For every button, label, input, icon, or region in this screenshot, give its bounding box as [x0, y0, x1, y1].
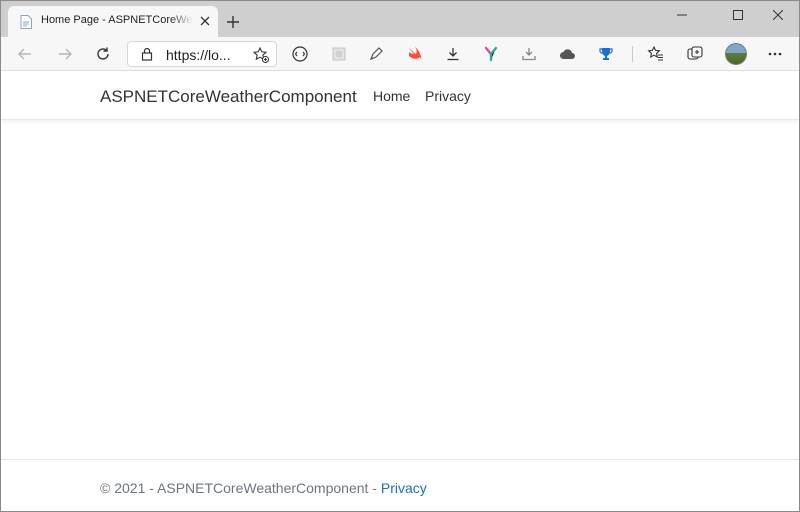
- arrow-left-icon[interactable]: [13, 42, 37, 66]
- tab-title: Home Page - ASPNETCoreWeatherComponent: [41, 14, 193, 26]
- address-url[interactable]: https://lo...: [166, 47, 231, 63]
- nav-link-home[interactable]: Home: [373, 88, 410, 104]
- favorites-icon[interactable]: [644, 42, 668, 66]
- site-navbar: ASPNETCoreWeatherComponent Home Privacy: [1, 72, 799, 120]
- puzzle-icon[interactable]: [327, 42, 351, 66]
- browser-window: Home Page - ASPNETCoreWeatherComponent: [0, 0, 800, 512]
- footer-copyright: © 2021 - ASPNETCoreWeatherComponent -: [100, 480, 381, 496]
- cloud-icon[interactable]: [556, 42, 580, 66]
- trophy-icon[interactable]: [594, 42, 618, 66]
- refresh-icon[interactable]: [91, 42, 115, 66]
- arrow-right-icon[interactable]: [53, 42, 77, 66]
- tab-strip: Home Page - ASPNETCoreWeatherComponent: [1, 1, 799, 37]
- profile-avatar[interactable]: [725, 43, 747, 65]
- document-icon: [20, 15, 32, 29]
- browser-tab[interactable]: Home Page - ASPNETCoreWeatherComponent: [8, 6, 218, 37]
- navbar-brand[interactable]: ASPNETCoreWeatherComponent: [100, 87, 357, 107]
- close-icon[interactable]: [198, 14, 212, 28]
- tray-download-icon[interactable]: [517, 42, 541, 66]
- address-bar[interactable]: https://lo...: [127, 41, 277, 67]
- site-footer: © 2021 - ASPNETCoreWeatherComponent - Pr…: [1, 459, 799, 511]
- window-close-icon[interactable]: [759, 1, 797, 29]
- toolbar-separator: [632, 46, 633, 62]
- download-icon[interactable]: [441, 42, 465, 66]
- star-plus-icon[interactable]: [252, 46, 270, 64]
- reader-icon[interactable]: [288, 42, 312, 66]
- main-content: [1, 121, 799, 459]
- pen-icon[interactable]: [364, 42, 388, 66]
- swift-icon[interactable]: [403, 42, 427, 66]
- minimize-icon[interactable]: [663, 1, 701, 29]
- footer-privacy-link[interactable]: Privacy: [381, 480, 427, 496]
- nav-link-privacy[interactable]: Privacy: [425, 88, 471, 104]
- plus-icon[interactable]: [223, 12, 243, 32]
- collections-icon[interactable]: [683, 42, 707, 66]
- y-logo-icon[interactable]: [479, 42, 503, 66]
- footer-text: © 2021 - ASPNETCoreWeatherComponent - Pr…: [100, 480, 427, 496]
- maximize-icon[interactable]: [719, 1, 757, 29]
- more-icon[interactable]: [763, 42, 787, 66]
- lock-icon[interactable]: [140, 47, 154, 61]
- browser-toolbar: https://lo...: [1, 37, 799, 71]
